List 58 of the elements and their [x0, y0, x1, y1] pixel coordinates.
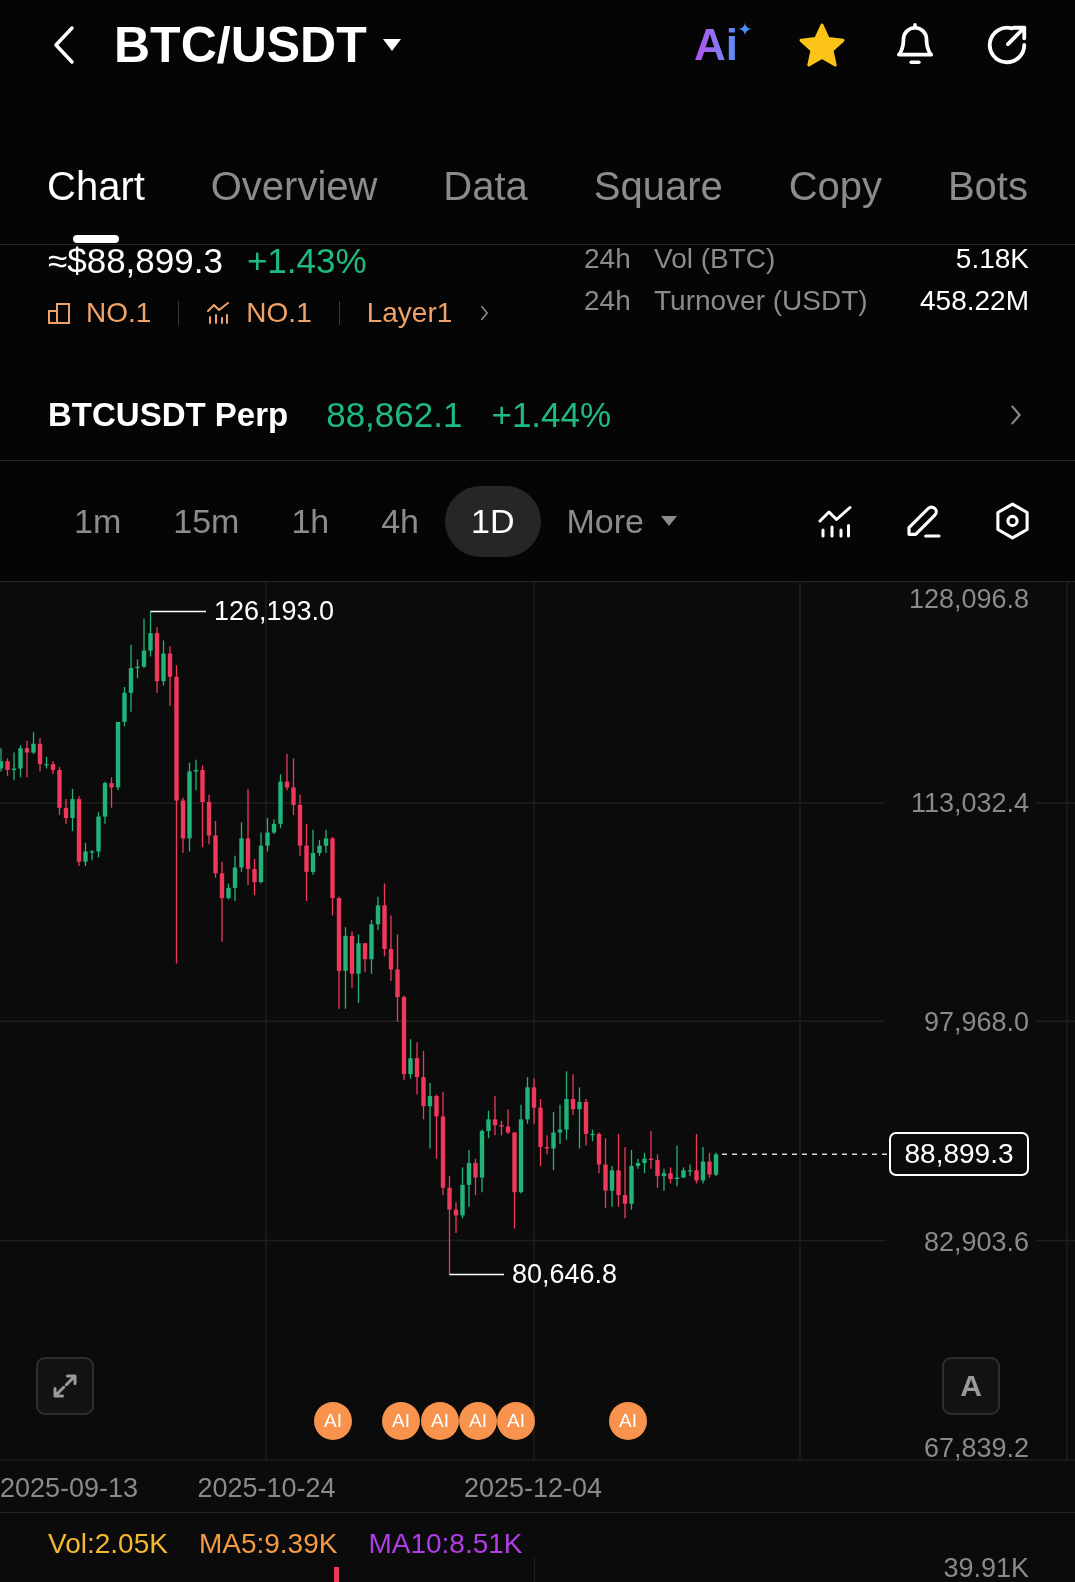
tab[interactable]: Data	[443, 162, 528, 210]
stat-value: 5.18K	[955, 245, 1029, 273]
interval-tab[interactable]: 1m	[48, 485, 148, 557]
price-axis-label: 67,839.2	[923, 1433, 1029, 1463]
volume-axis-label: 39.91K	[943, 1554, 1029, 1582]
chevron-right-icon	[1010, 404, 1022, 426]
caret-icon	[382, 39, 401, 51]
price-change: +1.43%	[246, 245, 367, 277]
interval-tab[interactable]: 1D	[445, 485, 541, 557]
stat-period: 24h	[584, 287, 632, 315]
date-axis-label: 2025-10-24	[197, 1473, 336, 1503]
leader-line	[149, 610, 207, 613]
date-axis-label: 2025-09-13	[0, 1473, 139, 1503]
volume-indicator-label: MA5:9.39K	[198, 1529, 338, 1559]
stat-period: 24h	[584, 245, 632, 273]
last-price: ≈$88,899.3	[48, 245, 223, 277]
tab[interactable]: Chart	[47, 162, 145, 243]
tab[interactable]: Overview	[210, 162, 378, 210]
fullscreen-button[interactable]	[36, 1357, 94, 1415]
sparkle-icon	[738, 22, 752, 36]
leader-line	[448, 1273, 505, 1276]
interval-tab[interactable]: 1h	[265, 485, 356, 557]
price-axis-label: 82,903.6	[923, 1226, 1029, 1257]
sector-link[interactable]: Layer1	[366, 299, 490, 327]
tab[interactable]: Copy	[788, 162, 882, 210]
perpetual-price: 88,862.1	[326, 395, 463, 435]
bars-icon	[48, 302, 70, 324]
price-axis-label: 97,968.0	[923, 1007, 1029, 1038]
volume-bar	[334, 1567, 339, 1582]
last-price-tag: 88,899.3	[889, 1132, 1029, 1177]
date-axis-label: 2025-12-04	[463, 1473, 603, 1503]
trend-chart-icon	[206, 302, 231, 324]
pair-selector[interactable]: BTC/USDT	[114, 17, 401, 73]
ranking-link[interactable]: NO.1	[206, 299, 312, 327]
tab[interactable]: Bots	[947, 162, 1028, 210]
stat-label: Vol (BTC)	[654, 245, 776, 273]
auto-scale-button[interactable]: A	[942, 1357, 1000, 1415]
price-axis-label: 128,096.8	[908, 584, 1029, 614]
price-axis-label: 113,032.4	[910, 788, 1029, 818]
star-icon[interactable]	[798, 22, 846, 68]
volume-indicator-label: MA10:8.51K	[368, 1529, 523, 1559]
volume-indicator-label: Vol:2.05K	[48, 1529, 168, 1559]
stat-label: Turnover (USDT)	[654, 287, 868, 315]
more-intervals-button[interactable]: More	[540, 485, 703, 557]
tab-indicator	[72, 235, 119, 243]
ranking-link[interactable]: NO.1	[48, 299, 152, 327]
interval-tab[interactable]: 15m	[147, 485, 266, 557]
caret-icon	[660, 516, 677, 526]
settings-icon[interactable]	[994, 501, 1031, 541]
low-price-label: 80,646.8	[512, 1259, 618, 1290]
perpetual-name: BTCUSDT Perp	[48, 395, 289, 435]
indicator-chart-icon[interactable]	[816, 503, 854, 539]
tab[interactable]: Square	[593, 162, 723, 210]
interval-tab[interactable]: 4h	[355, 485, 446, 557]
high-price-label: 126,193.0	[214, 596, 335, 627]
chevron-right-icon	[480, 304, 490, 322]
perpetual-change: +1.44%	[491, 395, 612, 435]
stat-value: 458.22M	[920, 287, 1029, 315]
